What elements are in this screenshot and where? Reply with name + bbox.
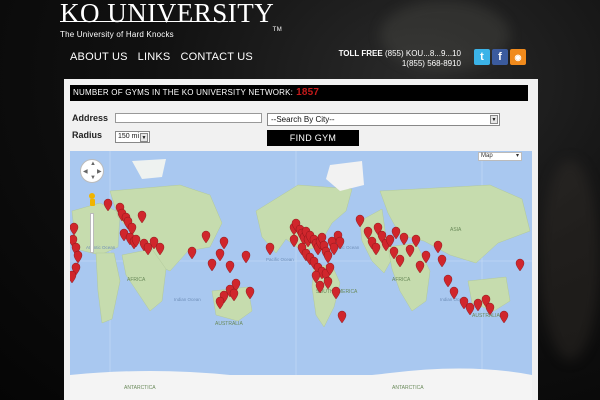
- arrow-right-icon: ▶: [97, 169, 102, 175]
- social-links: t f ◉: [474, 49, 526, 65]
- chevron-down-icon: ▼: [140, 133, 148, 142]
- gym-finder-panel: NUMBER OF GYMS IN THE KO UNIVERSITY NETW…: [64, 79, 538, 400]
- map-label-australia: AUSTRALIA: [472, 313, 500, 319]
- toll-free-number: (855) KOU...8...9...10: [384, 49, 461, 58]
- radius-select[interactable]: 150 mi ▼: [115, 131, 150, 143]
- nav-about-us[interactable]: ABOUT US: [70, 51, 128, 63]
- find-gym-button[interactable]: FIND GYM: [267, 130, 359, 146]
- arrow-left-icon: ◀: [83, 169, 88, 175]
- map-label-australia: AUSTRALIA: [215, 321, 243, 327]
- map-label-africa: AFRICA: [127, 277, 146, 283]
- logo-subtitle: The University of Hard Knocks: [60, 30, 174, 39]
- gym-map[interactable]: AFRICA AFRICA SOUTH AMERICA AUSTRALIA AU…: [70, 151, 532, 400]
- pan-control[interactable]: ▲ ◀ ▶ ▼: [80, 159, 104, 183]
- pegman-icon[interactable]: [88, 193, 96, 206]
- map-label-asia: ASIA: [450, 227, 462, 233]
- gym-count-value: 1857: [296, 87, 320, 98]
- logo-title: KO UNIVERSITY TM: [60, 0, 282, 33]
- city-select-value: --Search By City--: [271, 115, 335, 124]
- map-label-antarctica: ANTARCTICA: [124, 385, 156, 391]
- map-label-africa: AFRICA: [392, 277, 411, 283]
- map-label-ocean: Indian Ocean: [174, 297, 201, 302]
- toll-free-label: TOLL FREE: [338, 49, 383, 58]
- facebook-icon[interactable]: f: [492, 49, 508, 65]
- city-select[interactable]: --Search By City-- ▼: [267, 113, 500, 126]
- zoom-slider[interactable]: [90, 213, 94, 253]
- phone-number: 1(855) 568-8910: [401, 59, 461, 68]
- map-label-ocean: Pacific Ocean: [266, 257, 294, 262]
- toll-free-info: TOLL FREE (855) KOU...8...9...10 1(855) …: [339, 49, 461, 69]
- chevron-down-icon: ▼: [490, 115, 498, 124]
- rss-icon[interactable]: ◉: [510, 49, 526, 65]
- radius-label: Radius: [72, 130, 103, 140]
- nav-contact-us[interactable]: CONTACT US: [180, 51, 253, 63]
- map-label-antarctica: ANTARCTICA: [392, 385, 424, 391]
- logo-trademark: TM: [272, 27, 283, 33]
- map-type-select[interactable]: Map: [478, 152, 522, 161]
- arrow-up-icon: ▲: [90, 161, 96, 167]
- radius-select-value: 150 mi: [118, 133, 140, 140]
- address-input[interactable]: [115, 113, 262, 123]
- site-logo[interactable]: KO UNIVERSITY TM The University of Hard K…: [60, 0, 282, 39]
- gym-count-label: NUMBER OF GYMS IN THE KO UNIVERSITY NETW…: [73, 88, 294, 97]
- background-glow: [540, 160, 600, 360]
- world-map: AFRICA AFRICA SOUTH AMERICA AUSTRALIA AU…: [70, 151, 532, 400]
- twitter-icon[interactable]: t: [474, 49, 490, 65]
- address-label: Address: [72, 113, 109, 123]
- nav-links[interactable]: LINKS: [138, 51, 171, 63]
- main-nav: ABOUT US LINKS CONTACT US: [70, 51, 263, 63]
- gym-count-bar: NUMBER OF GYMS IN THE KO UNIVERSITY NETW…: [70, 85, 528, 101]
- arrow-down-icon: ▼: [90, 175, 96, 181]
- logo-underline: [60, 21, 228, 22]
